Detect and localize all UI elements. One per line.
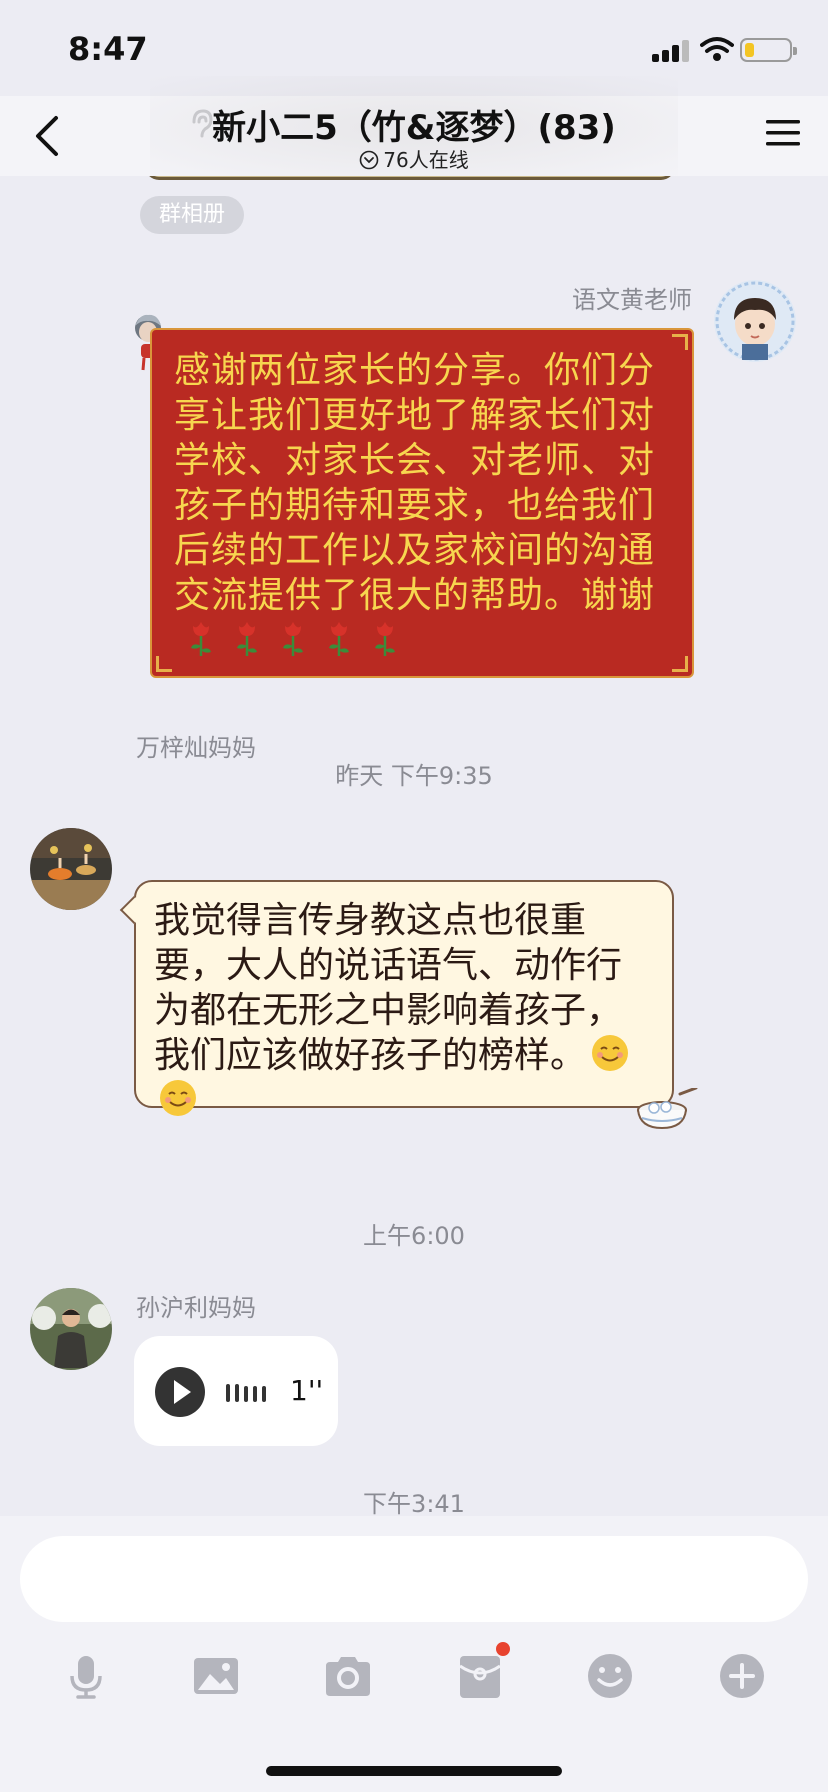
message-text-content: 感谢两位家长的分享。你们分享让我们更好地了解家长们对学校、对家长会、对老师、对孩… bbox=[174, 350, 656, 616]
message-text: 感谢两位家长的分享。你们分享让我们更好地了解家长们对学校、对家长会、对老师、对孩… bbox=[174, 348, 672, 663]
avatar[interactable] bbox=[714, 280, 796, 362]
online-count-label: 76人在线 bbox=[383, 148, 469, 172]
chevron-circle-icon bbox=[359, 150, 379, 170]
bowl-decoration-icon bbox=[637, 1088, 698, 1130]
sender-name: 孙沪利妈妈 bbox=[136, 1294, 256, 1322]
group-album-tag[interactable]: 群相册 bbox=[140, 196, 244, 234]
wifi-icon bbox=[700, 37, 734, 61]
notification-badge bbox=[494, 1640, 512, 1658]
rose-emoji-icon bbox=[375, 622, 395, 656]
home-indicator bbox=[266, 1766, 562, 1776]
message-bubble[interactable]: 感谢两位家长的分享。你们分享让我们更好地了解家长们对学校、对家长会、对老师、对孩… bbox=[150, 328, 694, 678]
rose-emoji-icon bbox=[237, 622, 257, 656]
sender-name: 语文黄老师 bbox=[572, 286, 692, 314]
avatar[interactable] bbox=[30, 1288, 112, 1370]
online-count[interactable]: 76人在线 bbox=[0, 144, 828, 173]
image-icon[interactable] bbox=[190, 1650, 242, 1702]
previous-message-edge bbox=[145, 176, 675, 180]
voice-duration: 1'' bbox=[290, 1374, 324, 1407]
microphone-icon[interactable] bbox=[60, 1650, 112, 1702]
timestamp: 昨天 下午9:35 bbox=[335, 762, 493, 790]
rose-emoji-icon bbox=[191, 622, 211, 656]
emoji-icon[interactable] bbox=[584, 1650, 636, 1702]
plus-icon[interactable] bbox=[716, 1650, 768, 1702]
rose-emoji-icon bbox=[329, 622, 349, 656]
battery-icon bbox=[740, 38, 797, 62]
message-text-content: 我觉得言传身教这点也很重要，大人的说话语气、动作行为都在无形之中影响着孩子，我们… bbox=[154, 900, 623, 1076]
avatar[interactable] bbox=[30, 828, 112, 910]
menu-icon[interactable] bbox=[764, 114, 802, 152]
status-time: 8:47 bbox=[68, 30, 148, 68]
message-bubble[interactable]: 我觉得言传身教这点也很重要，大人的说话语气、动作行为都在无形之中影响着孩子，我们… bbox=[134, 880, 674, 1116]
message-input[interactable] bbox=[20, 1536, 808, 1622]
signal-icon bbox=[652, 40, 690, 62]
rose-emoji-icon bbox=[283, 622, 303, 656]
voice-wave-icon bbox=[226, 1384, 266, 1402]
sender-name: 万梓灿妈妈 bbox=[136, 734, 256, 762]
voice-message-bubble[interactable]: 1'' bbox=[134, 1336, 338, 1446]
group-title[interactable]: 新小二5（竹&逐梦）(83) bbox=[0, 100, 828, 149]
nav-bar: 新小二5（竹&逐梦）(83) 76人在线 bbox=[0, 76, 828, 180]
smiling-face-emoji-icon bbox=[160, 1080, 196, 1116]
camera-icon[interactable] bbox=[322, 1650, 374, 1702]
smiling-face-emoji-icon bbox=[592, 1035, 629, 1071]
play-icon[interactable] bbox=[154, 1366, 206, 1418]
timestamp: 上午6:00 bbox=[363, 1222, 465, 1250]
chat-area[interactable]: 群相册 语文黄老师 感谢两位家长的分享。你们分享让我们更好地了解家长们对学校、对… bbox=[0, 176, 828, 1516]
input-area bbox=[0, 1516, 828, 1792]
message-text: 我觉得言传身教这点也很重要，大人的说话语气、动作行为都在无形之中影响着孩子，我们… bbox=[154, 898, 654, 1123]
timestamp: 下午3:41 bbox=[363, 1490, 465, 1516]
red-packet-icon[interactable] bbox=[454, 1650, 506, 1702]
